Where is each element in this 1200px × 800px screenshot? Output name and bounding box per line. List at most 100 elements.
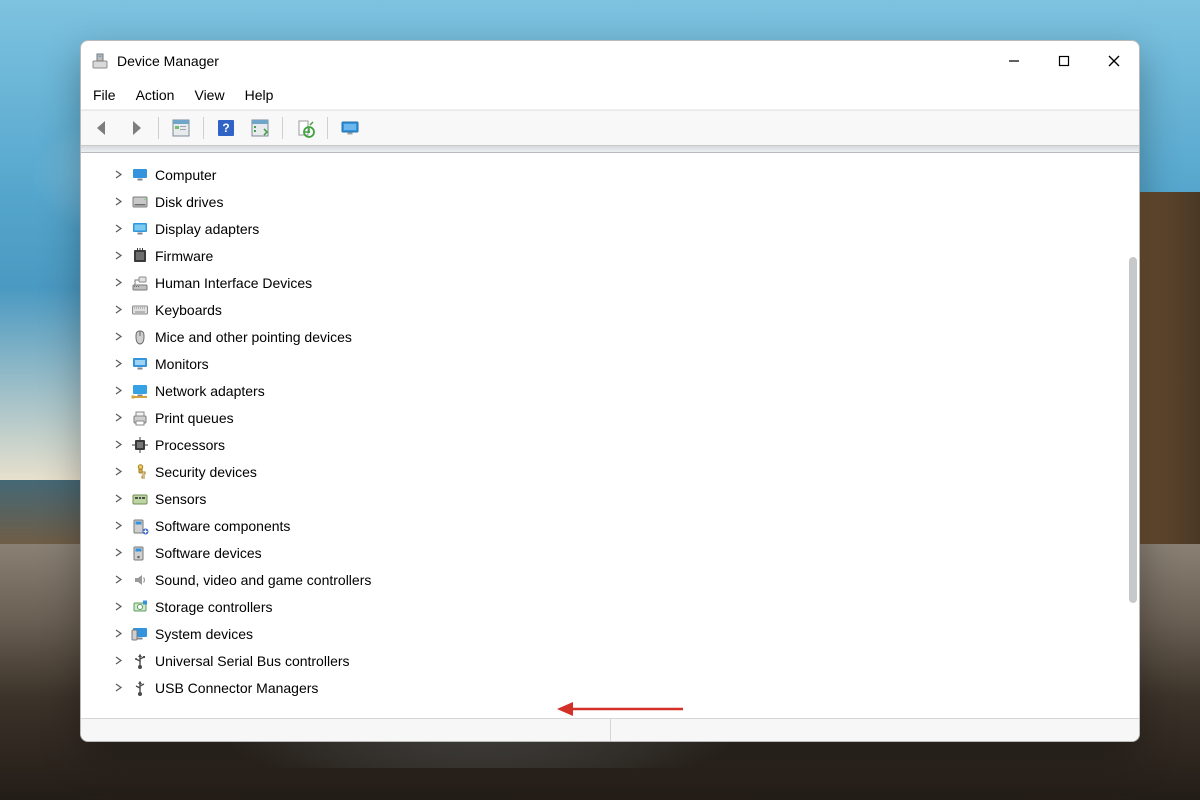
tree-item-printer[interactable]: Print queues — [111, 404, 1139, 431]
chevron-right-icon[interactable] — [111, 600, 125, 614]
chevron-right-icon[interactable] — [111, 276, 125, 290]
properties-button[interactable] — [166, 114, 196, 142]
tree-item-label: Mice and other pointing devices — [155, 329, 352, 345]
tree-item-mouse[interactable]: Mice and other pointing devices — [111, 323, 1139, 350]
chevron-right-icon[interactable] — [111, 303, 125, 317]
statusbar-cell-1 — [81, 719, 611, 741]
tree-item-usb[interactable]: Universal Serial Bus controllers — [111, 647, 1139, 674]
tree-item-sound[interactable]: Sound, video and game controllers — [111, 566, 1139, 593]
tree-area: Computer Disk drives Display adapters Firmw… — [81, 153, 1139, 718]
tree-item-network[interactable]: Network adapters — [111, 377, 1139, 404]
monitor-icon — [131, 166, 149, 184]
cpu-icon — [131, 436, 149, 454]
tree-item-label: Software components — [155, 518, 290, 534]
tree-item-label: Sound, video and game controllers — [155, 572, 371, 588]
device-manager-window: Device Manager File Action View Help ? — [80, 40, 1140, 742]
tree-item-firmware[interactable]: Firmware — [111, 242, 1139, 269]
chevron-right-icon[interactable] — [111, 168, 125, 182]
security-icon — [131, 463, 149, 481]
chevron-right-icon[interactable] — [111, 411, 125, 425]
tree-item-label: Storage controllers — [155, 599, 273, 615]
tree-item-hid[interactable]: Human Interface Devices — [111, 269, 1139, 296]
system-icon — [131, 625, 149, 643]
statusbar — [81, 718, 1139, 741]
menubar: File Action View Help — [81, 81, 1139, 110]
sensor-icon — [131, 490, 149, 508]
chevron-right-icon[interactable] — [111, 654, 125, 668]
menu-help[interactable]: Help — [245, 87, 274, 103]
forward-button[interactable] — [121, 114, 151, 142]
tree-item-monitor[interactable]: Computer — [111, 161, 1139, 188]
tree-item-label: Security devices — [155, 464, 257, 480]
update-driver-button[interactable] — [290, 114, 320, 142]
chevron-right-icon[interactable] — [111, 222, 125, 236]
usb-conn-icon — [131, 679, 149, 697]
menu-file[interactable]: File — [93, 87, 116, 103]
help-button[interactable]: ? — [211, 114, 241, 142]
tree-item-security[interactable]: Security devices — [111, 458, 1139, 485]
chevron-right-icon[interactable] — [111, 357, 125, 371]
tree-item-usb-conn[interactable]: USB Connector Managers — [111, 674, 1139, 701]
tree-item-system[interactable]: System devices — [111, 620, 1139, 647]
tree-item-cpu[interactable]: Processors — [111, 431, 1139, 458]
window-title: Device Manager — [117, 53, 219, 69]
tree-item-label: Disk drives — [155, 194, 223, 210]
show-devices-button[interactable] — [335, 114, 365, 142]
chevron-right-icon[interactable] — [111, 627, 125, 641]
scrollbar[interactable] — [1129, 157, 1137, 714]
disk-icon — [131, 193, 149, 211]
firmware-icon — [131, 247, 149, 265]
chevron-right-icon[interactable] — [111, 681, 125, 695]
tree-item-storage[interactable]: Storage controllers — [111, 593, 1139, 620]
maximize-button[interactable] — [1039, 41, 1089, 81]
chevron-right-icon[interactable] — [111, 330, 125, 344]
tree-item-disk[interactable]: Disk drives — [111, 188, 1139, 215]
chevron-right-icon[interactable] — [111, 195, 125, 209]
scan-button[interactable] — [245, 114, 275, 142]
swdev-icon — [131, 544, 149, 562]
tree-item-swcomp[interactable]: Software components — [111, 512, 1139, 539]
tree-item-label: Human Interface Devices — [155, 275, 312, 291]
toolbar-divider — [81, 146, 1139, 153]
chevron-right-icon[interactable] — [111, 384, 125, 398]
sound-icon — [131, 571, 149, 589]
tree-item-swdev[interactable]: Software devices — [111, 539, 1139, 566]
menu-action[interactable]: Action — [136, 87, 175, 103]
chevron-right-icon[interactable] — [111, 519, 125, 533]
titlebar[interactable]: Device Manager — [81, 41, 1139, 81]
tree-item-label: Print queues — [155, 410, 234, 426]
minimize-button[interactable] — [989, 41, 1039, 81]
app-icon — [91, 52, 109, 70]
usb-icon — [131, 652, 149, 670]
tree-item-label: USB Connector Managers — [155, 680, 318, 696]
chevron-right-icon[interactable] — [111, 546, 125, 560]
swcomp-icon — [131, 517, 149, 535]
chevron-right-icon[interactable] — [111, 438, 125, 452]
tree-item-label: Sensors — [155, 491, 206, 507]
monitor-ext-icon — [131, 355, 149, 373]
device-tree[interactable]: Computer Disk drives Display adapters Firmw… — [81, 153, 1139, 718]
chevron-right-icon[interactable] — [111, 465, 125, 479]
menu-view[interactable]: View — [194, 87, 224, 103]
tree-item-label: Firmware — [155, 248, 213, 264]
tree-item-label: Keyboards — [155, 302, 222, 318]
tree-item-label: Software devices — [155, 545, 262, 561]
tree-item-keyboard[interactable]: Keyboards — [111, 296, 1139, 323]
storage-icon — [131, 598, 149, 616]
tree-item-label: Display adapters — [155, 221, 259, 237]
printer-icon — [131, 409, 149, 427]
tree-item-label: Monitors — [155, 356, 209, 372]
tree-item-display[interactable]: Display adapters — [111, 215, 1139, 242]
chevron-right-icon[interactable] — [111, 249, 125, 263]
chevron-right-icon[interactable] — [111, 492, 125, 506]
close-button[interactable] — [1089, 41, 1139, 81]
tree-item-sensor[interactable]: Sensors — [111, 485, 1139, 512]
tree-item-label: Computer — [155, 167, 216, 183]
tree-item-monitor-ext[interactable]: Monitors — [111, 350, 1139, 377]
chevron-right-icon[interactable] — [111, 573, 125, 587]
mouse-icon — [131, 328, 149, 346]
keyboard-icon — [131, 301, 149, 319]
display-icon — [131, 220, 149, 238]
back-button[interactable] — [87, 114, 117, 142]
svg-text:?: ? — [222, 121, 229, 135]
